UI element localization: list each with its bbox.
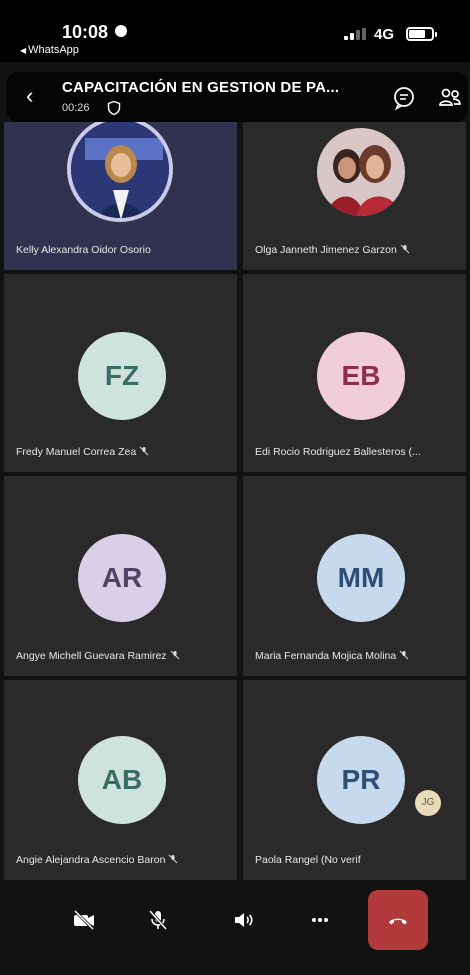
participants-icon[interactable] (436, 84, 464, 112)
participant-name: Kelly Alexandra Oidor Osorio (16, 244, 151, 256)
participant-tile[interactable]: PR JG Paola Rangel (No verif (243, 680, 466, 880)
status-time: 10:08 (62, 22, 128, 43)
participant-grid: Kelly Alexandra Oidor Osorio Olga Jannet… (4, 122, 466, 882)
participant-name: Paola Rangel (No verif (255, 854, 361, 866)
shield-icon (107, 100, 121, 116)
status-indicator-icon (115, 25, 128, 37)
network-type: 4G (374, 26, 395, 43)
participant-tile[interactable]: AR Angye Michell Guevara Ramirez (4, 476, 237, 676)
speaker-button[interactable] (214, 890, 274, 950)
participant-name: Olga Janneth Jimenez Garzon (255, 244, 410, 256)
mic-muted-icon (400, 244, 410, 254)
call-header: ‹ CAPACITACIÓN EN GESTION DE PA... 00:26 (6, 72, 468, 122)
participant-name: Edi Rocio Rodriguez Ballesteros (... (255, 446, 421, 458)
mic-muted-icon (139, 446, 149, 456)
participant-initials-avatar: AR (78, 534, 166, 622)
participant-name: Maria Fernanda Mojica Molina (255, 650, 409, 662)
overflow-participant-avatar[interactable]: JG (415, 790, 441, 816)
participant-name: Angie Alejandra Ascencio Baron (16, 854, 178, 866)
mic-muted-icon (399, 650, 409, 660)
participant-initials-avatar: PR (317, 736, 405, 824)
participant-tile[interactable]: AB Angie Alejandra Ascencio Baron (4, 680, 237, 880)
hang-up-icon (389, 918, 407, 925)
participant-initials-avatar: EB (317, 332, 405, 420)
mic-muted-icon (169, 854, 178, 864)
participant-initials-avatar: AB (78, 736, 166, 824)
more-options-button[interactable] (290, 890, 350, 950)
status-bar: 10:08 ◀ WhatsApp 4G (0, 0, 470, 62)
camera-off-icon (73, 909, 95, 931)
participant-initials-avatar: MM (317, 534, 405, 622)
mic-muted-icon (170, 650, 179, 660)
end-call-button[interactable] (368, 890, 428, 950)
participant-avatar-photo (67, 122, 173, 222)
meeting-title: CAPACITACIÓN EN GESTION DE PA... (62, 79, 340, 96)
person-photo-icon (71, 122, 169, 218)
person-photo-icon (317, 128, 405, 216)
participant-tile[interactable]: FZ Fredy Manuel Correa Zea (4, 274, 237, 472)
participant-name: Angye Michell Guevara Ramirez (16, 650, 180, 662)
speaker-icon (235, 913, 253, 927)
back-chevron-icon[interactable]: ‹ (26, 85, 33, 107)
cellular-signal-icon (344, 28, 370, 40)
participant-avatar-photo (317, 128, 405, 216)
camera-toggle-button[interactable] (54, 890, 114, 950)
participant-initials-avatar: FZ (78, 332, 166, 420)
participant-tile[interactable]: Kelly Alexandra Oidor Osorio (4, 122, 237, 270)
chat-icon[interactable] (390, 84, 418, 112)
participant-name: Fredy Manuel Correa Zea (16, 446, 149, 458)
participant-tile[interactable]: MM Maria Fernanda Mojica Molina (243, 476, 466, 676)
participant-tile[interactable]: EB Edi Rocio Rodriguez Ballesteros (... (243, 274, 466, 472)
mic-off-icon (148, 910, 168, 930)
more-dots-icon (312, 918, 328, 922)
back-to-app-link[interactable]: ◀ WhatsApp (20, 44, 79, 56)
battery-icon (406, 27, 437, 41)
participant-tile[interactable]: Olga Janneth Jimenez Garzon (243, 122, 466, 270)
call-controls (0, 882, 470, 975)
mic-toggle-button[interactable] (128, 890, 188, 950)
call-timer: 00:26 (62, 102, 90, 114)
